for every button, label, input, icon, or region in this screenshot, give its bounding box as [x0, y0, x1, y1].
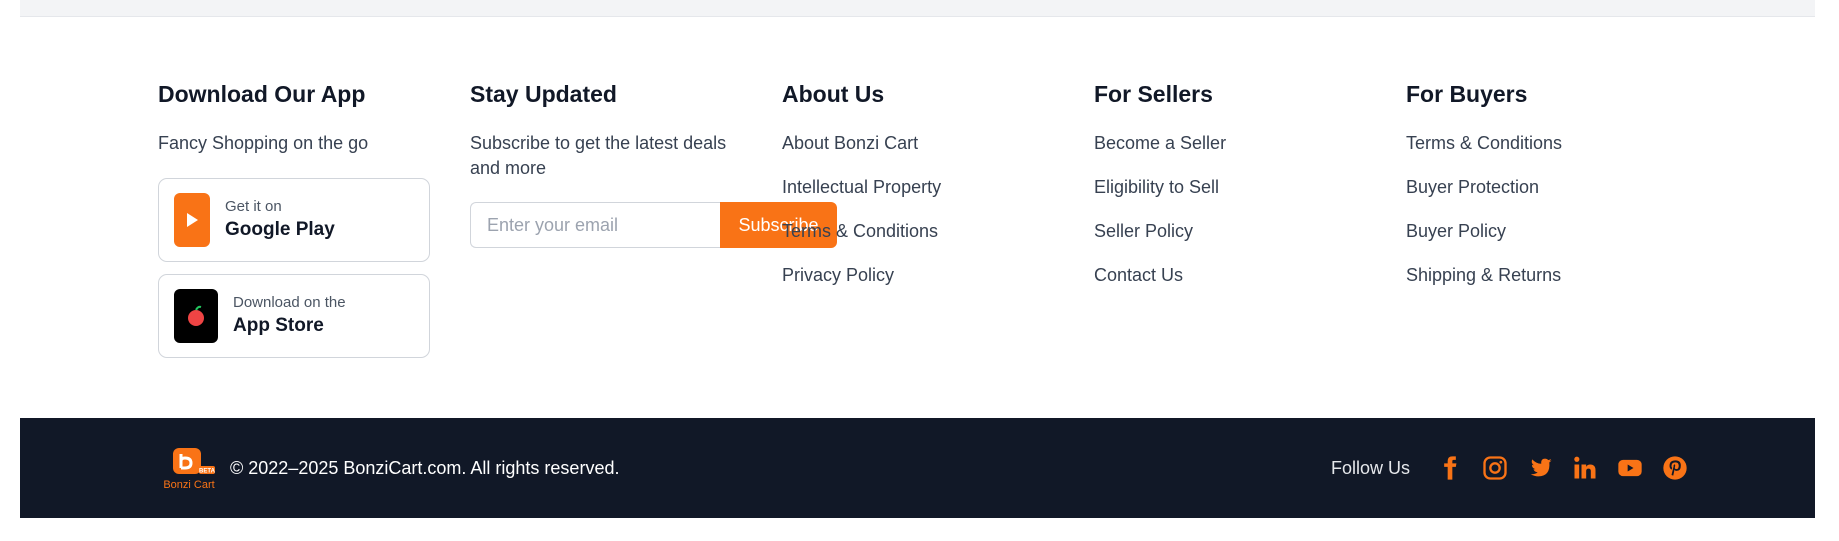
email-input[interactable] — [470, 202, 721, 248]
pinterest-icon[interactable] — [1661, 454, 1689, 482]
copyright-text: © 2022–2025 BonziCart.com. All rights re… — [230, 458, 620, 478]
svg-text:BETA: BETA — [199, 469, 216, 475]
footer-link-buyer-policy[interactable]: Buyer Policy — [1406, 220, 1562, 242]
linkedin-icon[interactable] — [1571, 454, 1599, 482]
download-app-section: Download Our App Fancy Shopping on the g… — [158, 80, 368, 156]
google-play-label: Google Play — [225, 219, 335, 240]
footer-link-shipping-returns[interactable]: Shipping & Returns — [1406, 264, 1562, 286]
about-us-links: About Bonzi Cart Intellectual Property T… — [782, 132, 941, 286]
for-buyers-heading: For Buyers — [1406, 81, 1528, 107]
footer-link-become-seller[interactable]: Become a Seller — [1094, 132, 1226, 154]
footer-link-terms-conditions[interactable]: Terms & Conditions — [782, 220, 941, 242]
footer-link-buyer-protection[interactable]: Buyer Protection — [1406, 176, 1562, 198]
footer-link-eligibility[interactable]: Eligibility to Sell — [1094, 176, 1226, 198]
footer-bottom-bar: BETA Bonzi Cart © 2022–2025 BonziCart.co… — [20, 418, 1815, 518]
app-store-button[interactable]: Download on the App Store — [158, 274, 430, 358]
for-buyers-section: For Buyers Terms & Conditions Buyer Prot… — [1406, 80, 1562, 308]
for-buyers-links: Terms & Conditions Buyer Protection Buye… — [1406, 132, 1562, 286]
for-sellers-heading: For Sellers — [1094, 81, 1213, 107]
top-strip — [20, 0, 1815, 17]
follow-us-label: Follow Us — [1331, 458, 1411, 478]
youtube-icon[interactable] — [1616, 454, 1644, 482]
footer-link-intellectual-property[interactable]: Intellectual Property — [782, 176, 941, 198]
stay-updated-description: Subscribe to get the latest deals and mo… — [470, 133, 727, 178]
stay-updated-heading: Stay Updated — [470, 81, 617, 107]
stay-updated-section: Stay Updated Subscribe to get the latest… — [470, 80, 740, 181]
facebook-icon[interactable] — [1436, 454, 1464, 482]
about-us-section: About Us About Bonzi Cart Intellectual P… — [782, 80, 941, 308]
download-app-subtitle: Fancy Shopping on the go — [158, 133, 369, 153]
twitter-icon[interactable] — [1526, 454, 1554, 482]
app-store-small-text: Download on the — [233, 294, 346, 311]
for-sellers-section: For Sellers Become a Seller Eligibility … — [1094, 80, 1226, 308]
footer-link-buyer-terms[interactable]: Terms & Conditions — [1406, 132, 1562, 154]
bonzi-cart-logo[interactable]: BETA Bonzi Cart — [157, 448, 221, 492]
about-us-heading: About Us — [782, 81, 885, 107]
svg-text:Bonzi Cart: Bonzi Cart — [163, 479, 214, 491]
google-play-small-text: Get it on — [225, 198, 282, 215]
footer-link-privacy-policy[interactable]: Privacy Policy — [782, 264, 941, 286]
instagram-icon[interactable] — [1481, 454, 1509, 482]
footer-link-about-bonzi-cart[interactable]: About Bonzi Cart — [782, 132, 941, 154]
app-store-label: App Store — [233, 315, 324, 336]
for-sellers-links: Become a Seller Eligibility to Sell Sell… — [1094, 132, 1226, 286]
download-app-heading: Download Our App — [158, 81, 366, 107]
play-icon — [174, 193, 210, 247]
google-play-button[interactable]: Get it on Google Play — [158, 178, 430, 262]
footer-link-seller-policy[interactable]: Seller Policy — [1094, 220, 1226, 242]
apple-icon — [174, 289, 218, 343]
footer-link-contact-us[interactable]: Contact Us — [1094, 264, 1226, 286]
